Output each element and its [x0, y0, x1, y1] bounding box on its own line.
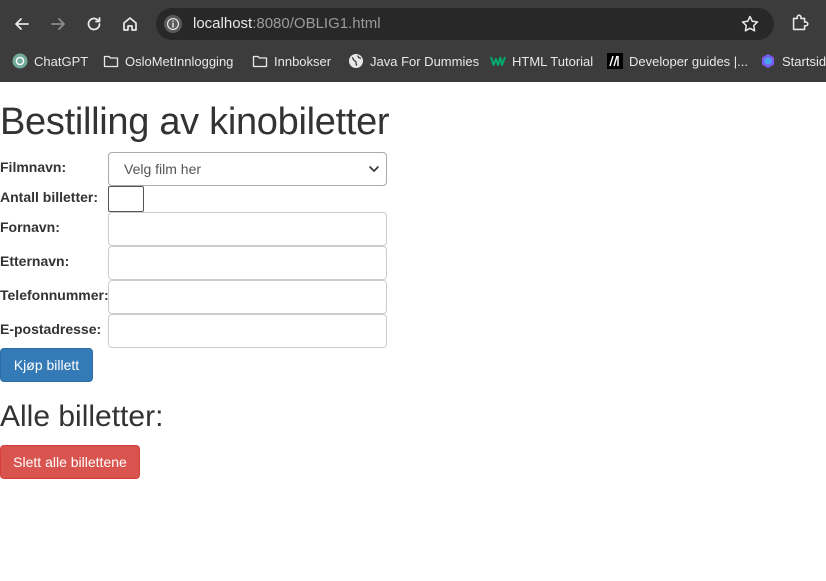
home-button[interactable] — [118, 12, 142, 36]
arrow-left-icon — [15, 18, 29, 30]
bookmark-label: OsloMetInnlogging — [125, 53, 234, 69]
bookmark-label: Innbokser — [274, 53, 332, 69]
bookmark-html-tutorial[interactable]: HTML Tutorial — [490, 49, 593, 73]
buy-ticket-button[interactable]: Kjøp billett — [0, 348, 93, 382]
bookmark-label: Java For Dummies — [370, 53, 480, 69]
browser-chrome: localhost:8080/OBLIG1.html ChatGPT OsloM… — [0, 0, 826, 82]
telefon-input[interactable] — [108, 280, 387, 314]
epost-input[interactable] — [108, 314, 387, 348]
antall-label: Antall billetter: — [0, 189, 99, 205]
bookmark-oslometinnlogging[interactable]: OsloMetInnlogging — [103, 49, 233, 73]
delete-all-tickets-button[interactable]: Slett alle billettene — [0, 445, 140, 479]
back-button[interactable] — [10, 12, 34, 36]
tickets-heading: Alle billetter: — [0, 400, 164, 433]
bookmark-innbokser[interactable]: Innbokser — [252, 49, 331, 73]
bookmark-chatgpt[interactable]: ChatGPT — [12, 49, 88, 73]
epost-label: E-postadresse: — [0, 321, 102, 337]
bookmark-startside[interactable]: Startside — [760, 49, 826, 73]
reload-icon — [87, 17, 101, 31]
film-label: Filmnavn: — [0, 159, 67, 175]
bookmark-label: ChatGPT — [34, 53, 89, 69]
bookmark-label: Developer guides |... — [629, 53, 748, 69]
bookmark-star-icon[interactable] — [740, 14, 760, 34]
chatgpt-icon — [12, 53, 28, 69]
folder-icon — [103, 53, 119, 69]
globe-icon — [348, 53, 364, 69]
page-content: Bestilling av kinobiletter Filmnavn: Vel… — [0, 82, 826, 581]
chevron-down-icon — [369, 166, 379, 172]
arrow-right-icon — [51, 18, 65, 30]
forward-button[interactable] — [46, 12, 70, 36]
site-info-icon[interactable] — [164, 15, 182, 33]
bookmark-java-for-dummies[interactable]: Java For Dummies — [348, 49, 479, 73]
antall-input[interactable] — [108, 186, 144, 212]
extensions-button[interactable] — [789, 12, 813, 36]
fornavn-input[interactable] — [108, 212, 387, 246]
address-bar[interactable]: localhost:8080/OBLIG1.html — [156, 8, 774, 40]
etternavn-label: Etternavn: — [0, 253, 70, 269]
url-text[interactable]: localhost:8080/OBLIG1.html — [193, 15, 381, 32]
folder-icon — [252, 53, 268, 69]
bookmarks-bar: ChatGPT OsloMetInnlogging Innbokser Java… — [0, 49, 826, 73]
etternavn-input[interactable] — [108, 246, 387, 280]
fornavn-label: Fornavn: — [0, 219, 60, 235]
w3schools-icon — [490, 53, 506, 69]
telefon-label: Telefonnummer: — [0, 287, 109, 303]
url-host: localhost — [193, 15, 253, 32]
copilot-icon — [760, 53, 776, 69]
bookmark-label: HTML Tutorial — [512, 53, 594, 69]
bookmark-developer-guides[interactable]: Developer guides |... — [607, 49, 748, 73]
puzzle-icon — [792, 14, 809, 31]
film-select[interactable]: Velg film her — [108, 152, 387, 186]
home-icon — [123, 17, 137, 31]
bookmark-label: Startside — [782, 53, 826, 69]
url-path: :8080/OBLIG1.html — [252, 15, 381, 32]
page-title: Bestilling av kinobiletter — [0, 101, 390, 143]
mdn-icon — [607, 53, 623, 69]
reload-button[interactable] — [82, 12, 106, 36]
film-select-value: Velg film her — [124, 161, 202, 177]
